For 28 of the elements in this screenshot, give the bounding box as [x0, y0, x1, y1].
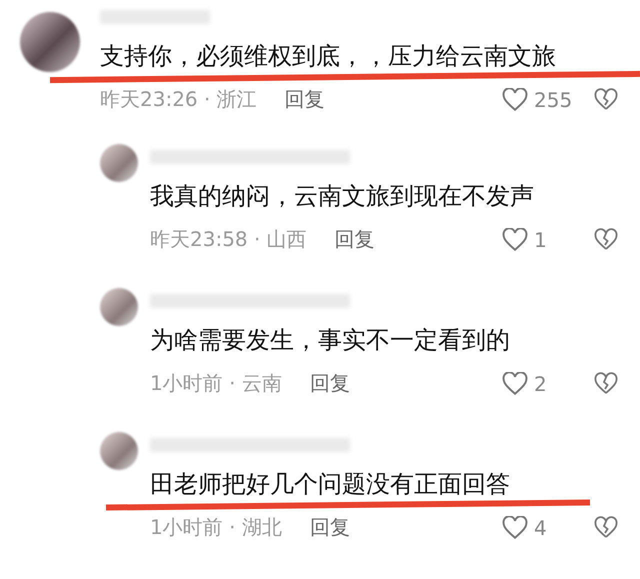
like-count: 4 — [534, 516, 548, 540]
blurred-avatar[interactable] — [100, 144, 138, 182]
blurred-avatar[interactable] — [100, 432, 138, 470]
like-count: 2 — [534, 372, 548, 396]
blurred-avatar[interactable] — [20, 12, 80, 72]
reply-link[interactable]: 回复 — [334, 226, 375, 253]
heart-icon[interactable] — [502, 516, 528, 540]
comment-text: 田老师把好几个问题没有正面回答 — [150, 469, 511, 500]
comment-text: 我真的纳闷，云南文旅到现在不发声 — [150, 181, 535, 212]
comment-time: 昨天23:26 · 浙江 — [100, 86, 257, 113]
comment-time: 1小时前 · 云南 — [150, 370, 282, 397]
broken-heart-icon[interactable] — [594, 88, 618, 112]
like-count: 255 — [534, 88, 574, 112]
heart-icon[interactable] — [502, 88, 528, 112]
comment-text: 支持你，必须维权到底，，压力给云南文旅 — [100, 41, 557, 72]
comment-text: 为啥需要发生，事实不一定看到的 — [150, 325, 511, 356]
reply-link[interactable]: 回复 — [310, 514, 350, 541]
broken-heart-icon[interactable] — [594, 372, 618, 396]
blurred-avatar[interactable] — [100, 288, 138, 326]
heart-icon[interactable] — [502, 228, 528, 252]
broken-heart-icon[interactable] — [594, 516, 618, 540]
heart-icon[interactable] — [502, 372, 528, 396]
comment-time: 1小时前 · 湖北 — [150, 514, 282, 541]
broken-heart-icon[interactable] — [594, 228, 618, 252]
reply-link[interactable]: 回复 — [310, 370, 350, 397]
like-count: 1 — [534, 228, 548, 252]
reply-link[interactable]: 回复 — [284, 86, 325, 113]
comment-time: 昨天23:58 · 山西 — [150, 226, 307, 253]
